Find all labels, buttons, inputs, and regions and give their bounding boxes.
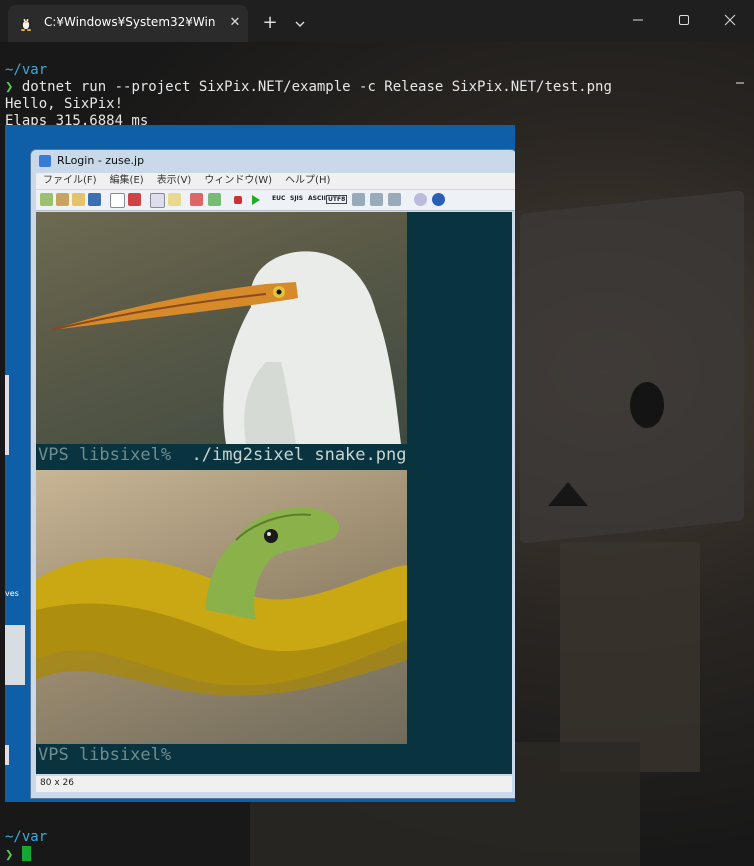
connect-icon xyxy=(40,193,53,206)
rlogin-menubar: ファイル(F) 編集(E) 表示(V) ウィンドウ(W) ヘルプ(H) xyxy=(36,173,515,189)
print-icon xyxy=(128,193,141,206)
sixel-image: ves RLogin - zuse.jp ファイル(F) 編集(E) 表示(V) ウィ… xyxy=(5,125,515,802)
scroll-marker xyxy=(736,82,744,84)
reconnect-icon xyxy=(56,193,69,206)
prompt-symbol: ❯ xyxy=(5,79,14,95)
tab-title: C:¥Windows¥System32¥Windows xyxy=(44,15,216,29)
copy-icon xyxy=(150,193,165,208)
text-cursor xyxy=(21,846,31,861)
snake-image xyxy=(36,470,407,744)
background-danbo-body xyxy=(560,542,700,772)
paste-icon xyxy=(168,193,181,206)
active-prompt-line[interactable]: ❯ xyxy=(5,846,31,864)
desktop-label: ves xyxy=(5,589,19,598)
rlogin-command-line: VPS libsixel% ./img2sixel snake.png xyxy=(38,445,406,465)
terminal-tab[interactable]: C:¥Windows¥System32¥Windows ✕ xyxy=(8,5,248,42)
rlogin-statusbar: 80 x 26 xyxy=(36,776,512,792)
terminal-size: 80 x 26 xyxy=(40,778,74,788)
menu-view: 表示(V) xyxy=(156,175,192,186)
minimize-icon xyxy=(633,19,643,21)
play-icon xyxy=(252,195,260,205)
linux-penguin-icon xyxy=(21,18,31,31)
cwd-line: ~/var xyxy=(5,62,48,78)
rlogin-prompt-1: VPS libsixel% xyxy=(38,445,172,465)
close-button[interactable] xyxy=(707,0,753,40)
egret-drawing xyxy=(50,251,401,444)
rlogin-window: RLogin - zuse.jp ファイル(F) 編集(E) 表示(V) ウィンドウ(… xyxy=(30,149,515,799)
open-folder-icon xyxy=(72,193,85,206)
rlogin-toolbar: EUC SJIS ASCII UTF8 xyxy=(36,190,515,211)
maximize-icon xyxy=(679,15,689,25)
rlogin-terminal-screen: VPS libsixel% ./img2sixel snake.png VPS … xyxy=(36,212,512,774)
minimize-button[interactable] xyxy=(615,0,661,40)
background-danbo-eye xyxy=(630,382,664,428)
layout-icon-2 xyxy=(370,193,383,206)
prompt-symbol-2: ❯ xyxy=(5,847,14,863)
rlogin-prompt-line: VPS libsixel% xyxy=(38,745,171,765)
menu-edit: 編集(E) xyxy=(109,175,144,186)
find-icon xyxy=(190,193,203,206)
desktop-edge xyxy=(5,375,9,455)
euc-label: EUC xyxy=(272,195,286,202)
desktop-edge-lower xyxy=(5,745,9,765)
rlogin-title: RLogin - zuse.jp xyxy=(57,154,145,167)
background-danbo-mouth xyxy=(548,482,588,506)
egret-image xyxy=(36,212,407,444)
menu-window: ウィンドウ(W) xyxy=(204,175,273,186)
save-icon xyxy=(88,193,101,206)
title-bar: C:¥Windows¥System32¥Windows ✕ + xyxy=(0,0,754,42)
desktop-widget xyxy=(5,625,25,685)
ascii-label: ASCII xyxy=(308,195,326,202)
tab-close-icon[interactable]: ✕ xyxy=(227,15,243,31)
utf8-label: UTF8 xyxy=(326,195,348,204)
menu-help: ヘルプ(H) xyxy=(285,175,331,186)
terminal-pane[interactable]: ~/var ❯ dotnet run --project SixPix.NET/… xyxy=(0,42,754,866)
new-tab-button[interactable]: + xyxy=(259,13,281,35)
menu-file: ファイル(F) xyxy=(43,175,97,186)
command-line: ❯ dotnet run --project SixPix.NET/exampl… xyxy=(5,79,612,96)
help-icon xyxy=(432,193,445,206)
settings-icon xyxy=(414,193,427,206)
stop-record-icon xyxy=(234,196,242,204)
snake-drawing xyxy=(36,507,407,696)
layout-icon-3 xyxy=(388,193,401,206)
maximize-button[interactable] xyxy=(661,0,707,40)
layout-icon-1 xyxy=(352,193,365,206)
chevron-down-icon[interactable] xyxy=(291,13,309,35)
close-icon xyxy=(724,14,736,26)
rlogin-command: ./img2sixel snake.png xyxy=(171,445,407,465)
new-document-icon xyxy=(110,193,125,208)
sjis-label: SJIS xyxy=(290,195,304,202)
rlogin-prompt-2: VPS libsixel% xyxy=(38,745,172,765)
cwd-line-2: ~/var xyxy=(5,829,48,845)
output-line-1: Hello, SixPix! xyxy=(5,96,124,112)
command-text: dotnet run --project SixPix.NET/example … xyxy=(21,79,612,95)
clear-icon xyxy=(208,193,221,206)
rlogin-app-icon xyxy=(39,155,51,167)
